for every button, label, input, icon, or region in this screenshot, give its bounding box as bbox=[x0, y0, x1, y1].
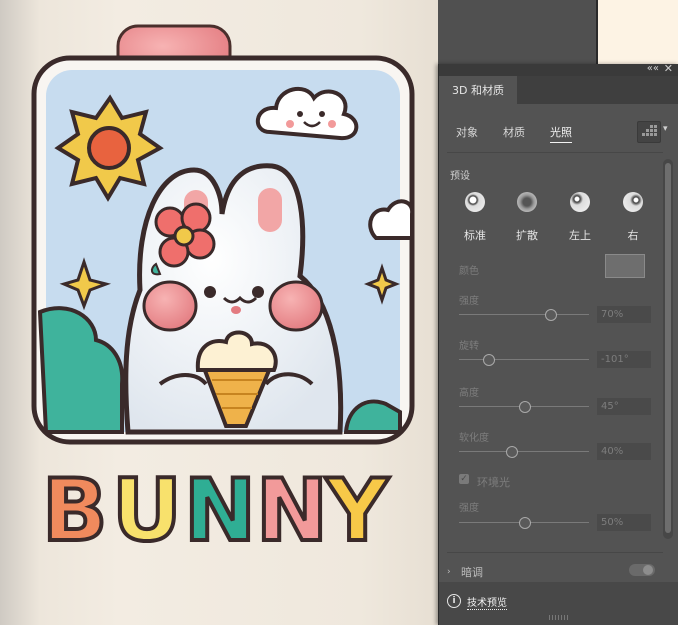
info-icon[interactable]: i bbox=[447, 594, 461, 608]
close-icon[interactable]: ✕ bbox=[664, 62, 673, 75]
preset-diffuse-icon[interactable] bbox=[513, 192, 541, 222]
collapse-icon[interactable]: «« bbox=[647, 63, 659, 74]
chevron-down-icon[interactable]: ▾ bbox=[663, 124, 668, 134]
intensity-slider-thumb[interactable] bbox=[545, 309, 557, 321]
softness-slider[interactable] bbox=[459, 451, 589, 452]
panel-title-bar[interactable]: «« ✕ bbox=[439, 62, 678, 76]
artboard-canvas: B U N N Y bbox=[0, 0, 438, 625]
chevron-right-icon[interactable]: › bbox=[447, 567, 451, 577]
preset-diffuse-label[interactable]: 扩散 bbox=[507, 227, 547, 243]
preset-top-left-label[interactable]: 左上 bbox=[560, 227, 600, 243]
preset-right-icon[interactable] bbox=[619, 192, 647, 222]
presets-label: 预设 bbox=[450, 171, 470, 182]
ambient-light-checkbox[interactable]: ✓ bbox=[459, 474, 469, 484]
softness-label: 软化度 bbox=[459, 433, 489, 444]
intensity-value[interactable]: 70% bbox=[597, 306, 651, 323]
3d-materials-panel: «« ✕ 3D 和材质 对象 材质 光照 ▾ 预设 标准 扩散 左上 右 颜色 … bbox=[438, 62, 678, 625]
rotation-slider[interactable] bbox=[459, 359, 589, 360]
resize-grip[interactable] bbox=[549, 615, 569, 620]
wordmark-letter: Y bbox=[325, 461, 390, 561]
color-label: 颜色 bbox=[459, 266, 479, 277]
panel-scrollbar[interactable] bbox=[663, 159, 673, 539]
shadows-label[interactable]: 暗调 bbox=[461, 564, 483, 580]
panel-tab-bar: 3D 和材质 bbox=[439, 76, 678, 104]
shadows-toggle[interactable] bbox=[629, 564, 655, 576]
wordmark-letter: N bbox=[256, 461, 328, 561]
panel-footer: i 技术预览 bbox=[439, 582, 678, 625]
intensity-slider[interactable] bbox=[459, 314, 589, 315]
tab-object[interactable]: 对象 bbox=[456, 124, 478, 140]
sun-icon bbox=[54, 94, 164, 202]
wordmark-letter: N bbox=[184, 461, 256, 561]
light-color-swatch[interactable] bbox=[605, 254, 645, 278]
preset-standard-icon[interactable] bbox=[461, 192, 489, 222]
ambient-intensity-slider-thumb[interactable] bbox=[519, 517, 531, 529]
softness-slider-thumb[interactable] bbox=[506, 446, 518, 458]
preset-top-left-icon[interactable] bbox=[566, 192, 594, 222]
ambient-intensity-value[interactable]: 50% bbox=[597, 514, 651, 531]
ambient-intensity-label: 强度 bbox=[459, 503, 479, 514]
rotation-slider-thumb[interactable] bbox=[482, 354, 495, 366]
rotation-label: 旋转 bbox=[459, 341, 479, 352]
preset-right-label[interactable]: 右 bbox=[613, 227, 653, 243]
tech-preview-link[interactable]: 技术预览 bbox=[467, 594, 507, 610]
tab-lighting[interactable]: 光照 bbox=[550, 124, 572, 143]
bunny-wordmark: B U N N Y bbox=[40, 459, 392, 563]
height-value[interactable]: 45° bbox=[597, 398, 651, 415]
bunny-artwork: B U N N Y bbox=[31, 24, 415, 563]
divider bbox=[447, 552, 663, 553]
height-slider-thumb[interactable] bbox=[519, 401, 531, 413]
wordmark-letter: B bbox=[42, 461, 108, 561]
panel-tab-3d-materials[interactable]: 3D 和材质 bbox=[439, 76, 517, 104]
rotation-value[interactable]: -101° bbox=[597, 351, 651, 368]
height-label: 高度 bbox=[459, 388, 479, 399]
softness-value[interactable]: 40% bbox=[597, 443, 651, 460]
divider bbox=[447, 152, 663, 153]
intensity-label: 强度 bbox=[459, 296, 479, 307]
preset-standard-label[interactable]: 标准 bbox=[455, 227, 495, 243]
ambient-light-label[interactable]: 环境光 bbox=[477, 474, 510, 490]
wordmark-letter: U bbox=[112, 461, 182, 561]
tab-material[interactable]: 材质 bbox=[503, 124, 525, 140]
render-icon[interactable] bbox=[637, 121, 661, 143]
